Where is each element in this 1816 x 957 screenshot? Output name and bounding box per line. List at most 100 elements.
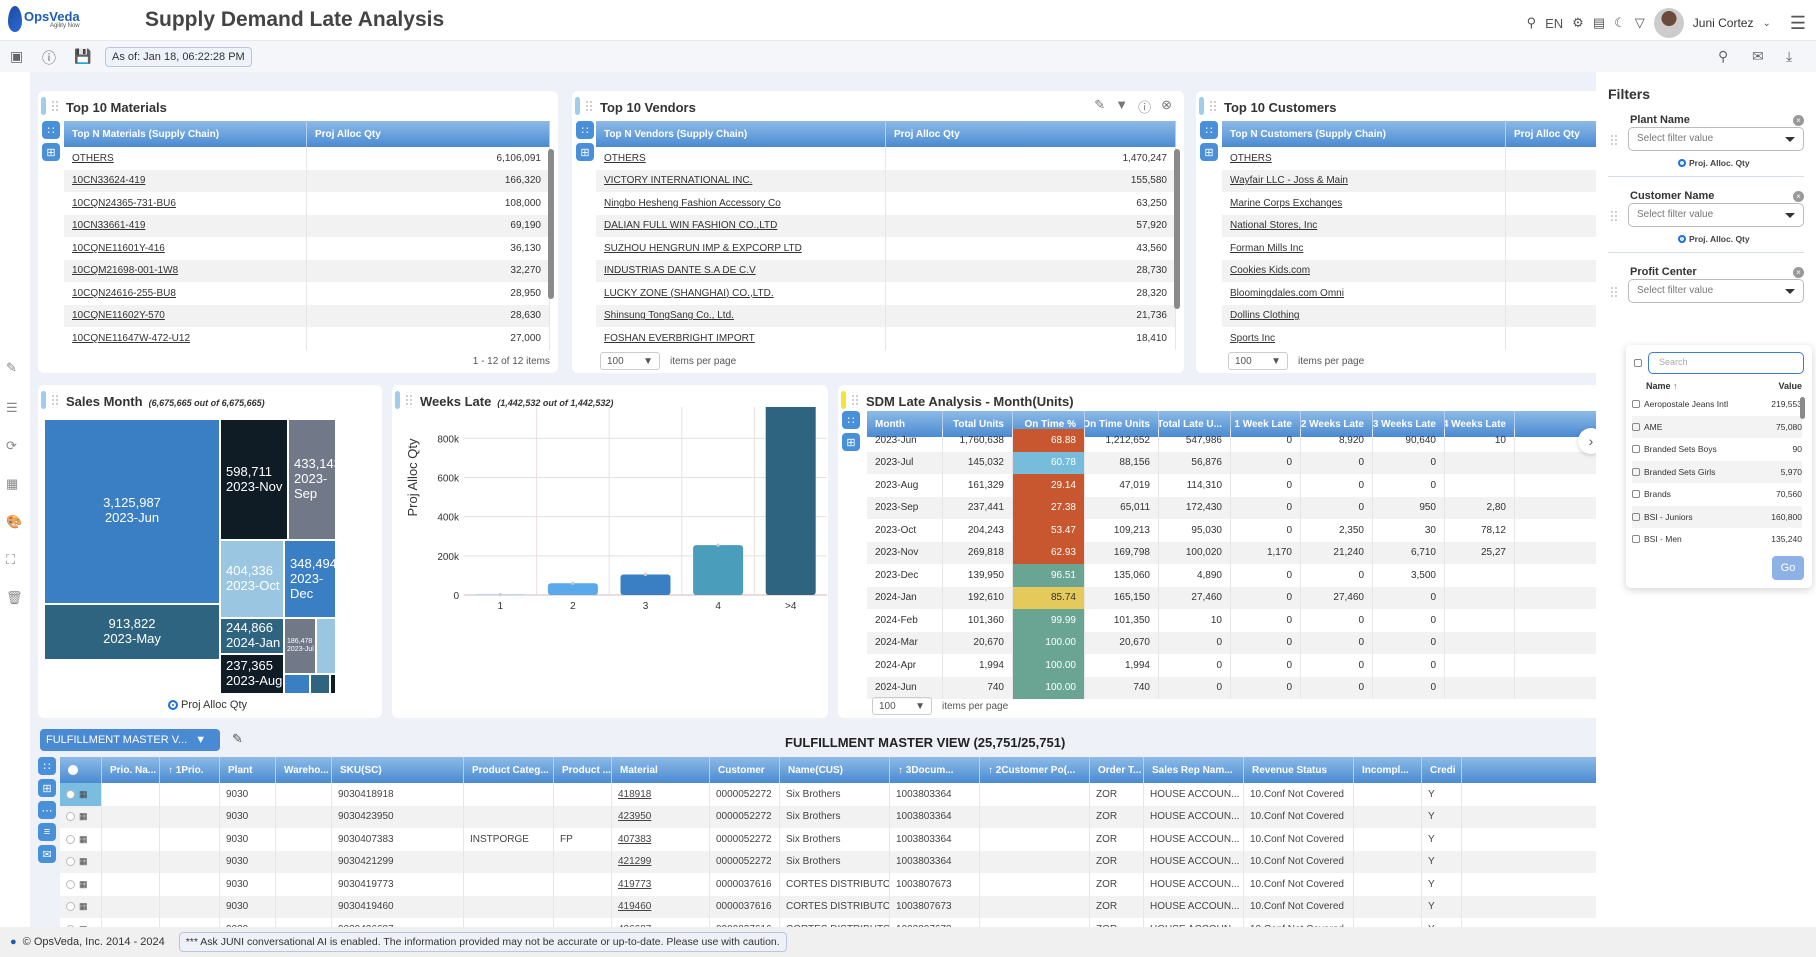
- row-detail-icon[interactable]: ▦: [79, 879, 88, 890]
- scrollbar[interactable]: [1800, 397, 1805, 419]
- vendor-link[interactable]: Shinsung TongSang Co., Ltd.: [596, 304, 886, 327]
- info-icon[interactable]: ⓘ: [42, 48, 56, 68]
- customer-link[interactable]: Wayfair LLC - Joss & Main: [1222, 169, 1506, 192]
- row-select[interactable]: ▦: [60, 895, 102, 918]
- layout-icon[interactable]: ⊞: [42, 143, 60, 161]
- treemap-cell[interactable]: 404,336 2023-Oct: [220, 540, 284, 618]
- customer-link[interactable]: OTHERS: [1222, 147, 1506, 170]
- filter-select[interactable]: Select filter value: [1628, 127, 1804, 151]
- dropdown-item[interactable]: AME 75,080: [1632, 415, 1802, 438]
- close-icon[interactable]: ×: [1793, 115, 1804, 126]
- avatar[interactable]: [1653, 8, 1684, 38]
- edit-icon[interactable]: ✎: [6, 360, 17, 376]
- user-name[interactable]: Juni Cortez: [1693, 16, 1754, 30]
- measure-radio[interactable]: Proj. Alloc. Qty: [1678, 158, 1750, 168]
- grid-view-icon[interactable]: ∷: [42, 121, 60, 139]
- vendor-link[interactable]: FOSHAN EVERBRIGHT IMPORT: [596, 327, 886, 350]
- checkbox[interactable]: [1632, 467, 1640, 476]
- layout-icon[interactable]: ⊞: [1200, 143, 1218, 161]
- close-icon[interactable]: ×: [1793, 191, 1804, 202]
- row-select[interactable]: ▦: [60, 918, 102, 927]
- edit-view-icon[interactable]: ✎: [232, 731, 243, 747]
- filter-icon[interactable]: ▽: [1635, 15, 1645, 31]
- column-header[interactable]: Proj Alloc Qty: [886, 121, 1176, 147]
- drag-handle-icon[interactable]: [1209, 100, 1217, 112]
- material-link[interactable]: 419773: [612, 873, 710, 896]
- drag-handle-icon[interactable]: [585, 100, 593, 112]
- checkbox[interactable]: [1632, 535, 1640, 544]
- treemap-cell[interactable]: 348,494 2023-Dec: [284, 540, 337, 618]
- column-header[interactable]: Wareho...: [276, 757, 332, 783]
- row-detail-icon[interactable]: ▦: [79, 856, 88, 867]
- refresh-icon[interactable]: ⟳: [6, 438, 17, 454]
- treemap-cell[interactable]: 3,125,987 2023-Jun: [44, 419, 220, 604]
- page-size-select[interactable]: 100 ▼: [872, 697, 932, 715]
- checkbox[interactable]: [1632, 400, 1640, 409]
- column-header[interactable]: Credi: [1422, 757, 1462, 783]
- checkbox[interactable]: [1632, 422, 1640, 431]
- customer-link[interactable]: Bloomingdales.com Omni: [1222, 282, 1506, 305]
- row-detail-icon[interactable]: ▦: [79, 834, 88, 845]
- filter-select[interactable]: Select filter value: [1628, 279, 1804, 303]
- layout-icon[interactable]: ⊞: [576, 143, 594, 161]
- page-size-select[interactable]: 100 ▼: [1228, 352, 1288, 370]
- customer-link[interactable]: Dollins Clothing: [1222, 304, 1506, 327]
- drag-handle-icon[interactable]: [51, 100, 59, 112]
- vendor-link[interactable]: VICTORY INTERNATIONAL INC.: [596, 169, 886, 192]
- bar[interactable]: [765, 407, 816, 595]
- filter-select[interactable]: Select filter value: [1628, 203, 1804, 227]
- treemap-cell[interactable]: 244,866 2024-Jan: [220, 617, 284, 654]
- grid-view-icon[interactable]: ∷: [576, 121, 594, 139]
- column-header[interactable]: Proj Alloc Qty: [307, 121, 550, 147]
- legend[interactable]: Proj Alloc Qty: [168, 699, 247, 711]
- close-icon[interactable]: ×: [1793, 267, 1804, 278]
- list-icon[interactable]: ☰: [6, 400, 18, 416]
- row-checkbox[interactable]: [66, 879, 75, 889]
- vendor-link[interactable]: SUZHOU HENGRUN IMP & EXPCORP LTD: [596, 237, 886, 260]
- palette-icon[interactable]: 🎨: [6, 514, 22, 530]
- column-header[interactable]: Prio. Na...: [102, 757, 160, 783]
- treemap-cell[interactable]: 237,365 2023-Aug: [220, 653, 284, 694]
- select-all-checkbox[interactable]: [1634, 359, 1642, 367]
- mail-icon[interactable]: ✉: [1752, 48, 1764, 65]
- name-column-header[interactable]: Name ↑: [1646, 381, 1678, 391]
- treemap-cell[interactable]: [330, 673, 336, 694]
- vendor-link[interactable]: INDUSTRIAS DANTE S.A DE C.V: [596, 259, 886, 282]
- chat-icon[interactable]: ▤: [1593, 15, 1605, 31]
- row-detail-icon[interactable]: ▦: [79, 811, 88, 822]
- dropdown-item[interactable]: Branded Sets Boys 90: [1632, 438, 1802, 461]
- dropdown-item[interactable]: Branded Sets Girls 5,970: [1632, 460, 1802, 483]
- checkbox[interactable]: [1632, 512, 1640, 521]
- customer-link[interactable]: Sports Inc: [1222, 327, 1506, 350]
- vendor-link[interactable]: DALIAN FULL WIN FASHION CO.,LTD: [596, 214, 886, 237]
- checkbox[interactable]: [1632, 490, 1640, 499]
- grid-view-icon[interactable]: ∷: [842, 411, 860, 429]
- dropdown-item[interactable]: Brands 70,560: [1632, 483, 1802, 506]
- bar[interactable]: [693, 545, 744, 595]
- chevron-down-icon[interactable]: ⌄: [1762, 18, 1770, 29]
- go-button[interactable]: Go: [1772, 556, 1804, 580]
- material-link[interactable]: 10CQNE11601Y-416: [64, 237, 307, 260]
- material-link[interactable]: 10CN33661-419: [64, 214, 307, 237]
- language-selector[interactable]: EN: [1545, 16, 1563, 31]
- customer-link[interactable]: Forman Mills Inc: [1222, 237, 1506, 260]
- scrollbar[interactable]: [548, 149, 554, 299]
- column-header[interactable]: Customer: [710, 757, 780, 783]
- scrollbar[interactable]: [1174, 149, 1180, 309]
- drag-handle-icon[interactable]: [405, 394, 413, 406]
- bar[interactable]: [547, 583, 598, 595]
- material-link[interactable]: OTHERS: [64, 147, 307, 170]
- row-checkbox[interactable]: [66, 812, 75, 822]
- material-link[interactable]: 407383: [612, 828, 710, 851]
- treemap-cell[interactable]: [284, 673, 310, 694]
- treemap-cell[interactable]: 598,711 2023-Nov: [220, 419, 288, 541]
- column-header[interactable]: Plant: [220, 757, 276, 783]
- customer-link[interactable]: Cookies Kids.com: [1222, 259, 1506, 282]
- grid-view-icon[interactable]: ∷: [38, 757, 56, 775]
- search-icon[interactable]: ⚲: [1718, 48, 1728, 65]
- vendor-link[interactable]: LUCKY ZONE (SHANGHAI) CO.,LTD.: [596, 282, 886, 305]
- drag-handle-icon[interactable]: [1610, 286, 1618, 298]
- menu-icon[interactable]: ☰: [1790, 13, 1806, 34]
- search-icon[interactable]: ⚲: [1527, 15, 1537, 31]
- customer-link[interactable]: National Stores, Inc: [1222, 214, 1506, 237]
